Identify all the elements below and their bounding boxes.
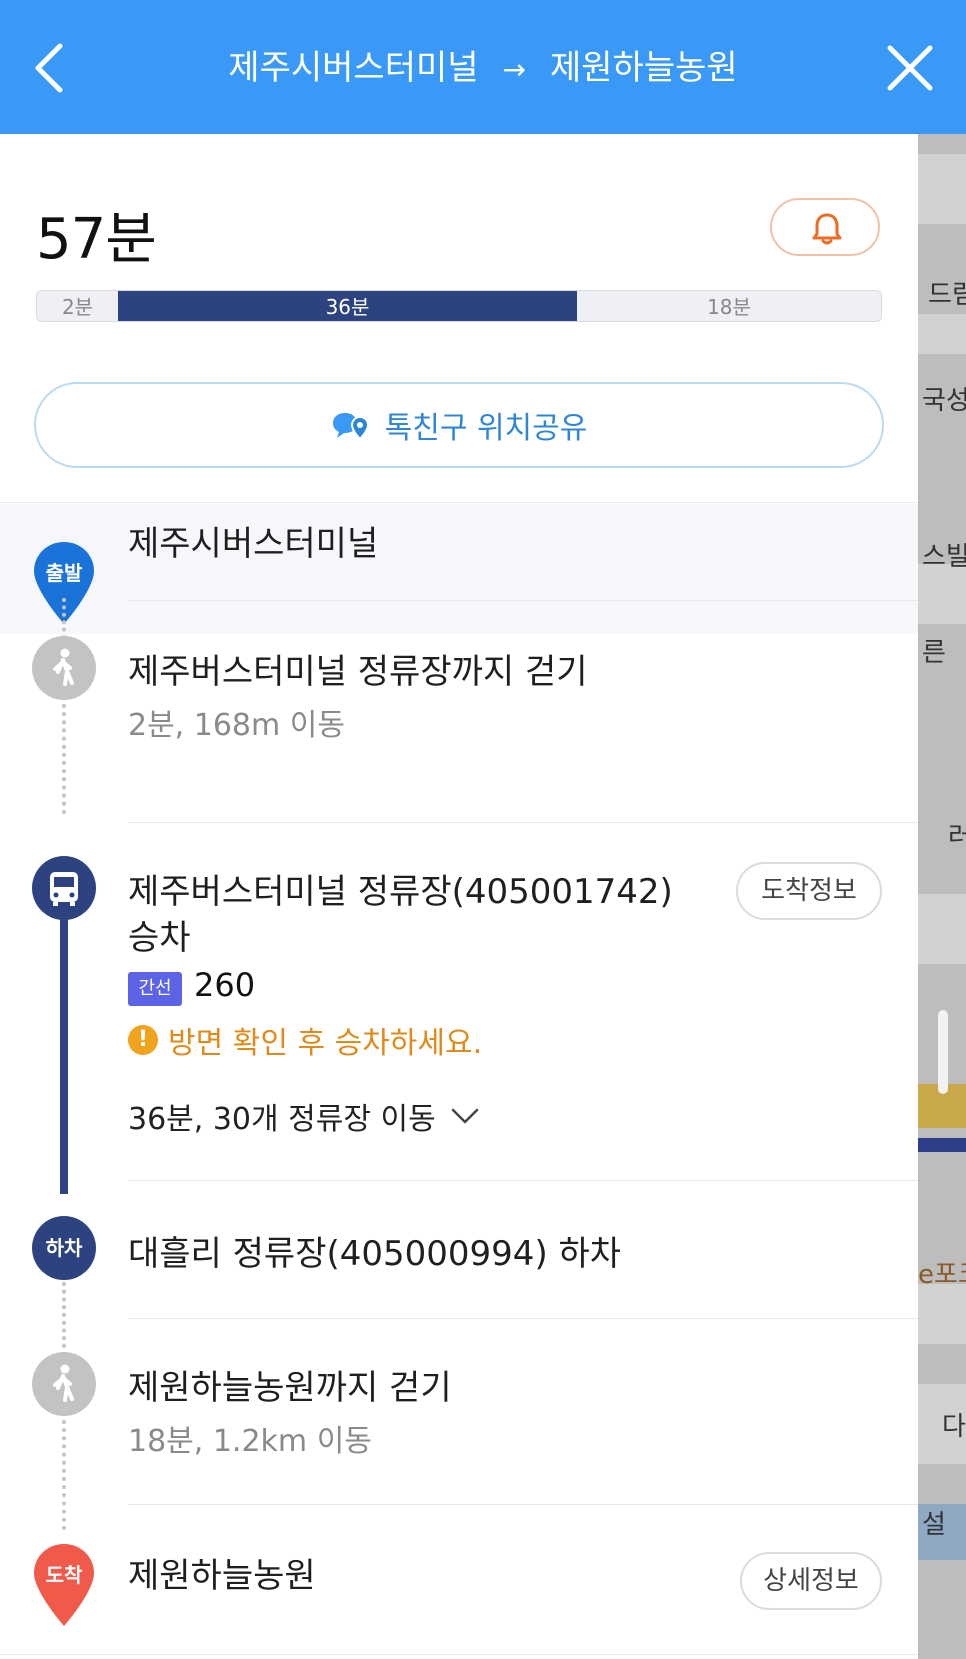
map-label: e포크	[918, 1260, 966, 1290]
map-label: 드림	[928, 280, 966, 310]
divider	[0, 502, 918, 503]
segment-bus: 36분	[118, 291, 577, 321]
alight-marker: 하차	[32, 1216, 96, 1280]
time-breakdown-bar: 2분 36분 18분	[36, 290, 882, 322]
start-marker-label: 출발	[45, 561, 83, 585]
bell-icon	[812, 213, 842, 245]
map-label: 설	[922, 1510, 946, 1540]
divider	[128, 1318, 918, 1319]
route-arrow: →	[502, 53, 527, 86]
divider	[128, 822, 918, 823]
bus-icon	[50, 872, 78, 906]
divider	[128, 1180, 918, 1181]
walk1-title: 제주버스터미널 정류장까지 걷기	[128, 652, 588, 692]
walk-circle	[32, 1352, 96, 1416]
bus-circle	[32, 856, 96, 920]
arrival-info-button[interactable]: 도착정보	[736, 862, 882, 920]
walk2-title: 제원하늘농원까지 걷기	[128, 1368, 452, 1408]
segment-walk-2: 18분	[707, 295, 751, 319]
map-label: 다	[942, 1412, 966, 1442]
end-title: 제원하늘농원	[128, 1556, 316, 1596]
chevron-down-icon	[451, 1108, 478, 1124]
route-detail-panel: 57분 2분 36분 18분 톡친구 위치공유 출발 제주시버스터미널 제주버스…	[0, 134, 918, 1659]
map-label: 러	[948, 822, 966, 852]
start-title: 제주시버스터미널	[128, 524, 379, 564]
walk-connector	[62, 1282, 66, 1348]
board-title-line2: 승차	[128, 918, 191, 958]
warning-icon: !	[128, 1025, 158, 1055]
map-view[interactable]: 드림 국성 스빌 른 러 e포크 다 설	[918, 134, 966, 1659]
detail-info-button[interactable]: 상세정보	[740, 1552, 882, 1610]
walk1-sub: 2분, 168m 이동	[128, 708, 345, 743]
divider	[128, 1504, 918, 1505]
share-location-button[interactable]: 톡친구 위치공유	[34, 382, 884, 468]
boarding-warning: ! 방면 확인 후 승차하세요.	[128, 1018, 482, 1062]
walk-connector	[62, 704, 66, 814]
walk2-sub: 18분, 1.2km 이동	[128, 1424, 372, 1459]
end-marker-label: 도착	[45, 1563, 83, 1587]
map-scrollbar[interactable]	[938, 1010, 948, 1094]
map-label: 스빌	[922, 542, 966, 572]
ride-info-toggle[interactable]: 36분, 30개 정류장 이동	[128, 1094, 480, 1138]
route-number: 260	[194, 966, 256, 1004]
board-title-line1: 제주버스터미널 정류장(405001742)	[128, 872, 673, 912]
alight-title: 대흘리 정류장(405000994) 하차	[128, 1234, 622, 1274]
route-type-badge: 간선	[128, 972, 182, 1006]
walking-person-icon	[53, 648, 74, 686]
close-icon[interactable]	[884, 42, 936, 94]
map-label: 국성	[922, 386, 966, 416]
share-label: 톡친구 위치공유	[384, 411, 588, 446]
destination-name: 제원하늘농원	[550, 48, 738, 88]
divider	[128, 600, 918, 601]
alarm-button[interactable]	[770, 198, 880, 256]
divider	[0, 1654, 918, 1655]
segment-walk-1: 2분	[61, 295, 94, 319]
chat-location-icon	[332, 413, 369, 441]
route-title: 제주시버스터미널 → 제원하늘농원	[0, 40, 966, 98]
walk-circle	[32, 636, 96, 700]
total-time: 57분	[36, 207, 157, 272]
warning-text: 방면 확인 후 승차하세요.	[168, 1026, 483, 1061]
ride-info-text: 36분, 30개 정류장 이동	[128, 1102, 436, 1137]
top-header: 제주시버스터미널 → 제원하늘농원	[0, 0, 966, 134]
walking-person-icon	[53, 1364, 74, 1402]
map-label: 른	[922, 638, 946, 668]
walk-connector	[62, 1420, 66, 1530]
end-pin: 도착	[32, 1542, 96, 1628]
origin-name: 제주시버스터미널	[228, 48, 479, 88]
